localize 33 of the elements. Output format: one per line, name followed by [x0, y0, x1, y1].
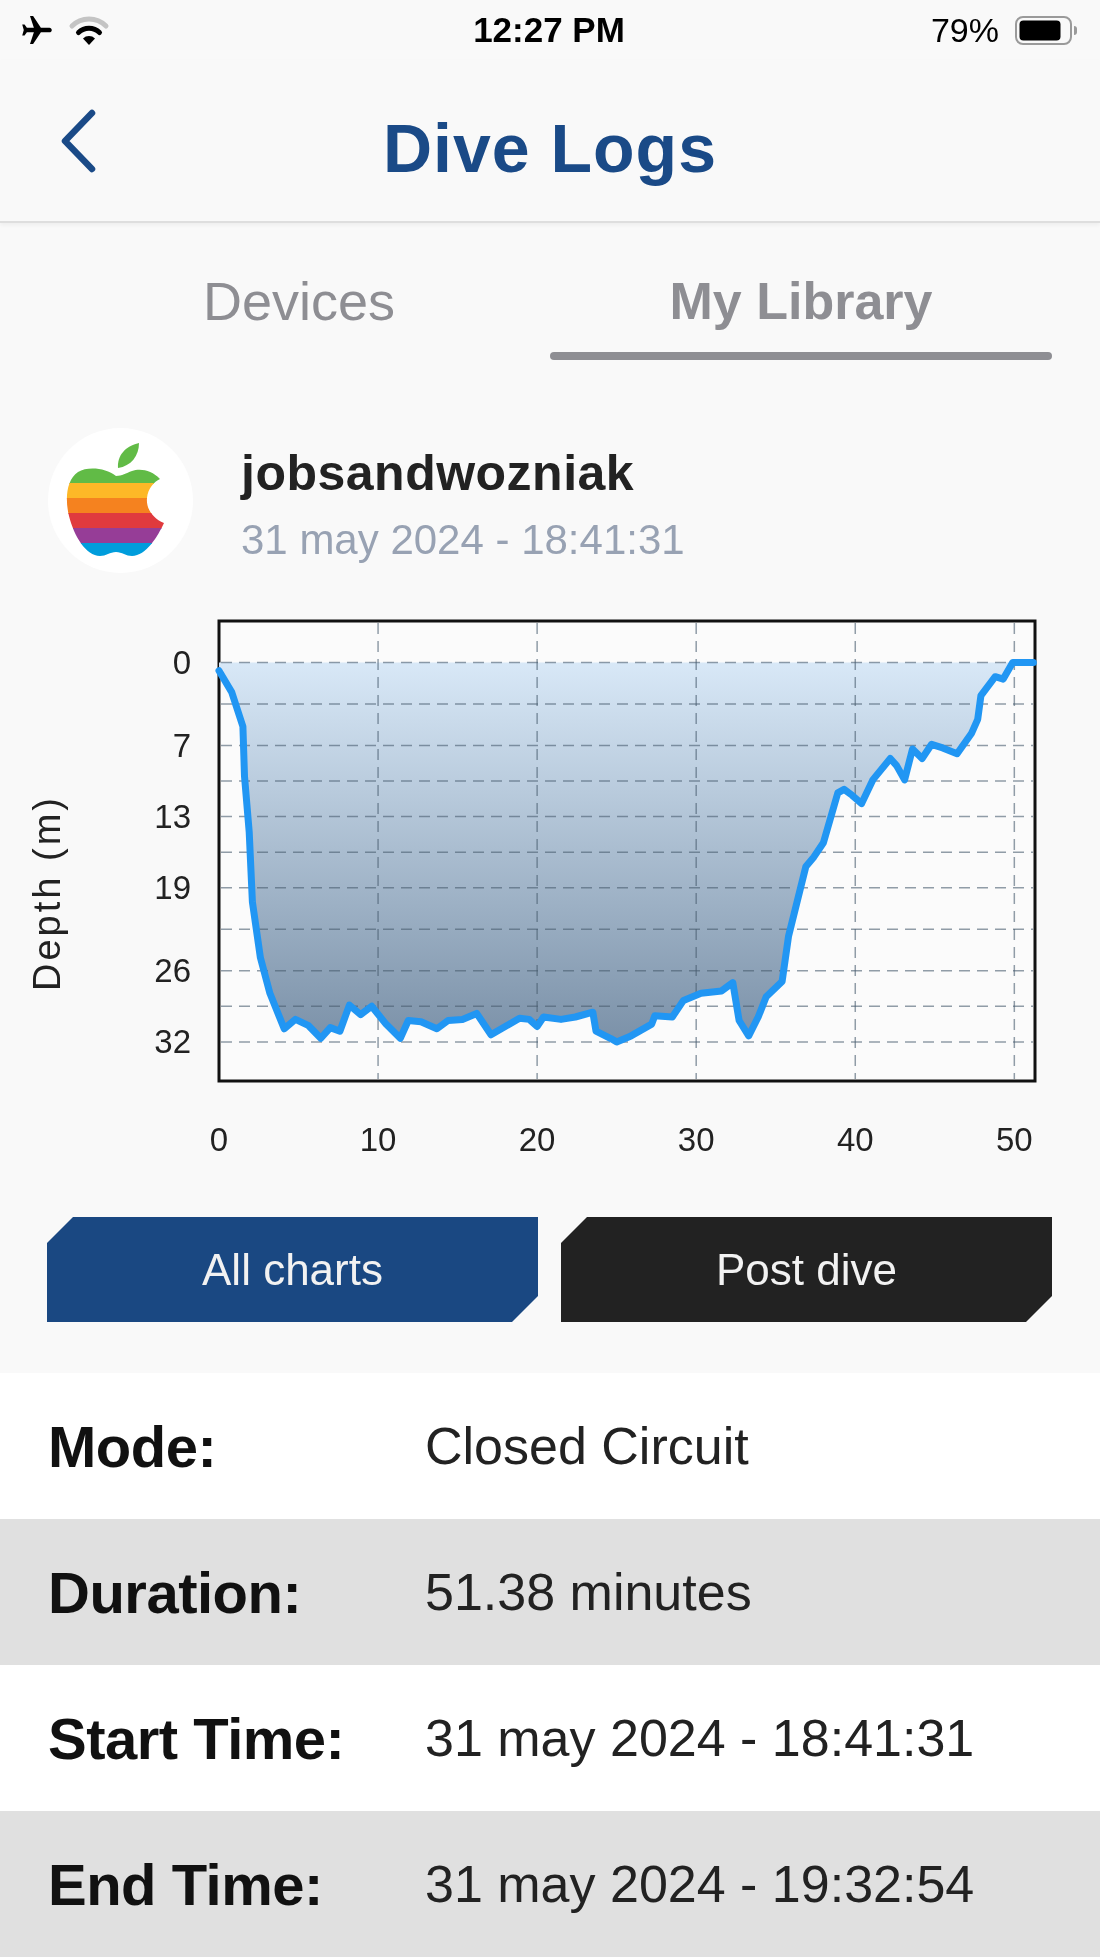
battery-percent: 79%	[930, 10, 999, 50]
action-button[interactable]: All charts	[47, 1217, 538, 1322]
detail-value: 31 may 2024 - 19:32:54	[425, 1854, 975, 1914]
dive-date: 31 may 2024 - 18:41:31	[241, 516, 685, 565]
back-chevron-icon	[59, 108, 97, 173]
x-tick-label: 20	[518, 1120, 556, 1158]
x-tick-label: 30	[677, 1120, 715, 1158]
y-tick-label: 0	[172, 644, 191, 681]
action-button[interactable]: Post dive	[561, 1217, 1052, 1322]
apple-avatar-icon	[48, 428, 193, 573]
detail-label: Start Time:	[48, 1704, 345, 1772]
x-tick-label: 10	[359, 1120, 397, 1158]
y-tick-label: 13	[154, 798, 191, 836]
y-axis-title: Depth (m)	[26, 795, 68, 991]
y-tick-label: 19	[154, 869, 191, 907]
detail-label: Mode:	[48, 1412, 217, 1480]
wifi-icon	[68, 14, 110, 46]
airplane-icon	[20, 16, 54, 44]
page-title: Dive Logs	[383, 108, 717, 187]
y-tick-label: 7	[172, 727, 191, 764]
detail-value: 51.38 minutes	[425, 1562, 752, 1622]
user-name: jobsandwozniak	[241, 444, 635, 503]
detail-value: 31 may 2024 - 18:41:31	[425, 1708, 975, 1768]
x-tick-label: 50	[995, 1120, 1033, 1158]
detail-label: End Time:	[48, 1850, 323, 1918]
y-tick-label: 32	[154, 1023, 191, 1061]
status-time: 12:27 PM	[473, 10, 625, 50]
detail-value: Closed Circuit	[425, 1416, 749, 1476]
battery-icon	[1015, 15, 1078, 45]
y-tick-label: 26	[154, 952, 191, 990]
x-tick-label: 40	[836, 1120, 874, 1158]
x-tick-label: 0	[209, 1120, 229, 1158]
detail-label: Duration:	[48, 1558, 302, 1626]
